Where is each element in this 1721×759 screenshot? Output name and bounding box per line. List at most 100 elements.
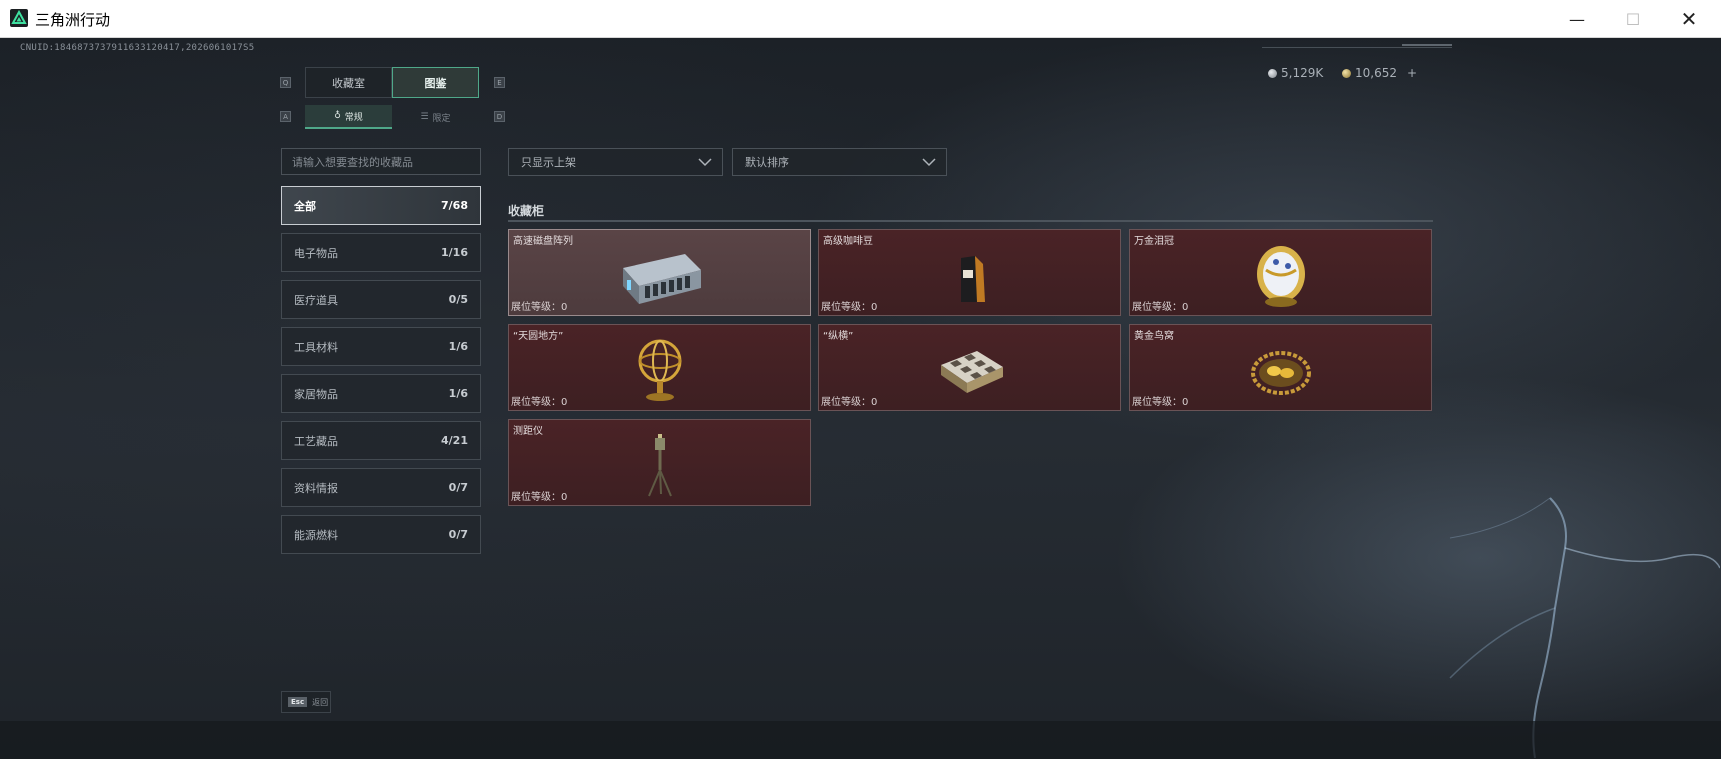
rangefinder-icon — [647, 434, 672, 497]
chessboard-icon — [940, 351, 1003, 393]
window-title: 三角洲行动 — [35, 11, 111, 29]
gold-coin-icon — [1342, 68, 1351, 78]
cabinet-divider — [508, 220, 1433, 222]
currency-gold-value: 10,652 — [1355, 66, 1397, 80]
category-label: 电子物品 — [294, 246, 338, 260]
sort-value: 默认排序 — [745, 156, 789, 169]
category-count: 1/6 — [448, 340, 468, 353]
category-all[interactable]: 全部 7/68 — [281, 186, 481, 225]
item-level: 展位等级：0 — [821, 298, 877, 313]
disk-array-icon — [622, 254, 701, 304]
item-name: 高速磁盘阵列 — [513, 236, 573, 247]
category-count: 7/68 — [441, 199, 468, 212]
golden-nest-icon — [1250, 351, 1311, 395]
category-count: 0/7 — [448, 528, 468, 541]
category-energy[interactable]: 能源燃料 0/7 — [281, 515, 481, 554]
collectible-card[interactable]: 万金泪冠 展位等级：0 — [1129, 229, 1432, 316]
app-logo-icon — [10, 9, 28, 27]
category-electronics[interactable]: 电子物品 1/16 — [281, 233, 481, 272]
jeweled-egg-icon — [1256, 246, 1305, 307]
item-level: 展位等级：0 — [511, 393, 567, 408]
currency-silver-value: 5,129K — [1281, 66, 1324, 80]
user-uid: CNUID:1846873737911633120417,2026061017S… — [20, 43, 255, 53]
category-label: 资料情报 — [294, 481, 338, 495]
category-count: 0/7 — [448, 481, 468, 494]
category-household[interactable]: 家居物品 1/6 — [281, 374, 481, 413]
category-intel[interactable]: 资料情报 0/7 — [281, 468, 481, 507]
item-level: 展位等级：0 — [821, 393, 877, 408]
lightning-background-art — [1449, 497, 1720, 758]
limited-icon: ☰ — [420, 112, 429, 122]
collectible-card[interactable]: 高速磁盘阵列 展位等级：0 — [508, 229, 811, 316]
category-count: 0/5 — [448, 293, 468, 306]
currency-silver: 5,129K — [1268, 66, 1323, 80]
key-hint-d: D — [494, 111, 505, 122]
collectible-card[interactable]: 高级咖啡豆 展位等级：0 — [818, 229, 1121, 316]
item-level: 展位等级：0 — [1132, 298, 1188, 313]
collectible-card[interactable]: 测距仪 展位等级：0 — [508, 419, 811, 506]
level-label: 展位等级： — [511, 302, 561, 313]
item-level: 展位等级：0 — [511, 298, 567, 313]
window-titlebar: 三角洲行动 — ☐ ✕ — [0, 0, 1721, 38]
back-button[interactable]: Esc 返回 — [281, 691, 331, 713]
category-label: 家居物品 — [294, 387, 338, 401]
footer-bar — [0, 721, 1721, 759]
armillary-sphere-icon — [638, 339, 681, 401]
add-currency-button[interactable]: + — [1407, 66, 1417, 80]
level-value: 0 — [561, 302, 568, 313]
subtab-regular[interactable]: ♁ 常规 — [305, 105, 392, 129]
category-label: 工艺藏品 — [294, 434, 338, 448]
item-name: 高级咖啡豆 — [823, 236, 873, 247]
collectible-card[interactable]: “纵横” 展位等级：0 — [818, 324, 1121, 411]
game-viewport: CNUID:1846873737911633120417,2026061017S… — [0, 38, 1721, 759]
level-label: 展位等级： — [511, 492, 561, 503]
item-name: 黄金鸟窝 — [1134, 331, 1174, 342]
level-value: 0 — [561, 397, 568, 408]
item-name: 测距仪 — [513, 426, 543, 437]
category-label: 全部 — [294, 199, 316, 213]
maximize-button[interactable]: ☐ — [1604, 0, 1662, 38]
subtab-limited[interactable]: ☰ 限定 — [392, 105, 479, 129]
silver-coin-icon — [1268, 68, 1277, 78]
category-crafts[interactable]: 工艺藏品 4/21 — [281, 421, 481, 460]
key-hint-e: E — [494, 77, 505, 88]
category-count: 1/6 — [448, 387, 468, 400]
tab-codex[interactable]: 图鉴 — [392, 67, 479, 98]
shelf-filter-dropdown[interactable]: 只显示上架 — [508, 148, 723, 176]
category-label: 能源燃料 — [294, 528, 338, 542]
tab-collection-room[interactable]: 收藏室 — [305, 67, 392, 98]
item-level: 展位等级：0 — [511, 488, 567, 503]
subtab-limited-label: 限定 — [432, 113, 451, 124]
chevron-down-icon — [922, 158, 936, 167]
level-label: 展位等级： — [821, 302, 871, 313]
item-name: “纵横” — [823, 331, 854, 342]
coffee-bag-icon — [960, 256, 985, 302]
category-label: 医疗道具 — [294, 293, 338, 307]
cabinet-title: 收藏柜 — [508, 204, 545, 218]
item-name: 万金泪冠 — [1134, 236, 1174, 247]
category-medical[interactable]: 医疗道具 0/5 — [281, 280, 481, 319]
level-label: 展位等级： — [1132, 302, 1182, 313]
level-value: 0 — [1182, 302, 1189, 313]
level-label: 展位等级： — [511, 397, 561, 408]
chevron-down-icon — [698, 158, 712, 167]
subtab-regular-label: 常规 — [344, 112, 363, 123]
minimize-button[interactable]: — — [1548, 0, 1606, 38]
category-tools[interactable]: 工具材料 1/6 — [281, 327, 481, 366]
level-value: 0 — [561, 492, 568, 503]
category-label: 工具材料 — [294, 340, 338, 354]
sort-dropdown[interactable]: 默认排序 — [732, 148, 947, 176]
gauge-icon: ♁ — [334, 111, 341, 121]
level-label: 展位等级： — [821, 397, 871, 408]
level-value: 0 — [871, 397, 878, 408]
collectible-card[interactable]: “天圆地方” 展位等级：0 — [508, 324, 811, 411]
search-input[interactable]: 请输入想要查找的收藏品 — [281, 148, 481, 175]
item-name: “天圆地方” — [513, 331, 564, 342]
category-count: 1/16 — [441, 246, 468, 259]
collectible-card[interactable]: 黄金鸟窝 展位等级：0 — [1129, 324, 1432, 411]
currency-gold[interactable]: 10,652 + — [1342, 66, 1417, 80]
item-level: 展位等级：0 — [1132, 393, 1188, 408]
shelf-filter-value: 只显示上架 — [521, 156, 576, 169]
close-button[interactable]: ✕ — [1660, 0, 1718, 38]
category-count: 4/21 — [441, 434, 468, 447]
